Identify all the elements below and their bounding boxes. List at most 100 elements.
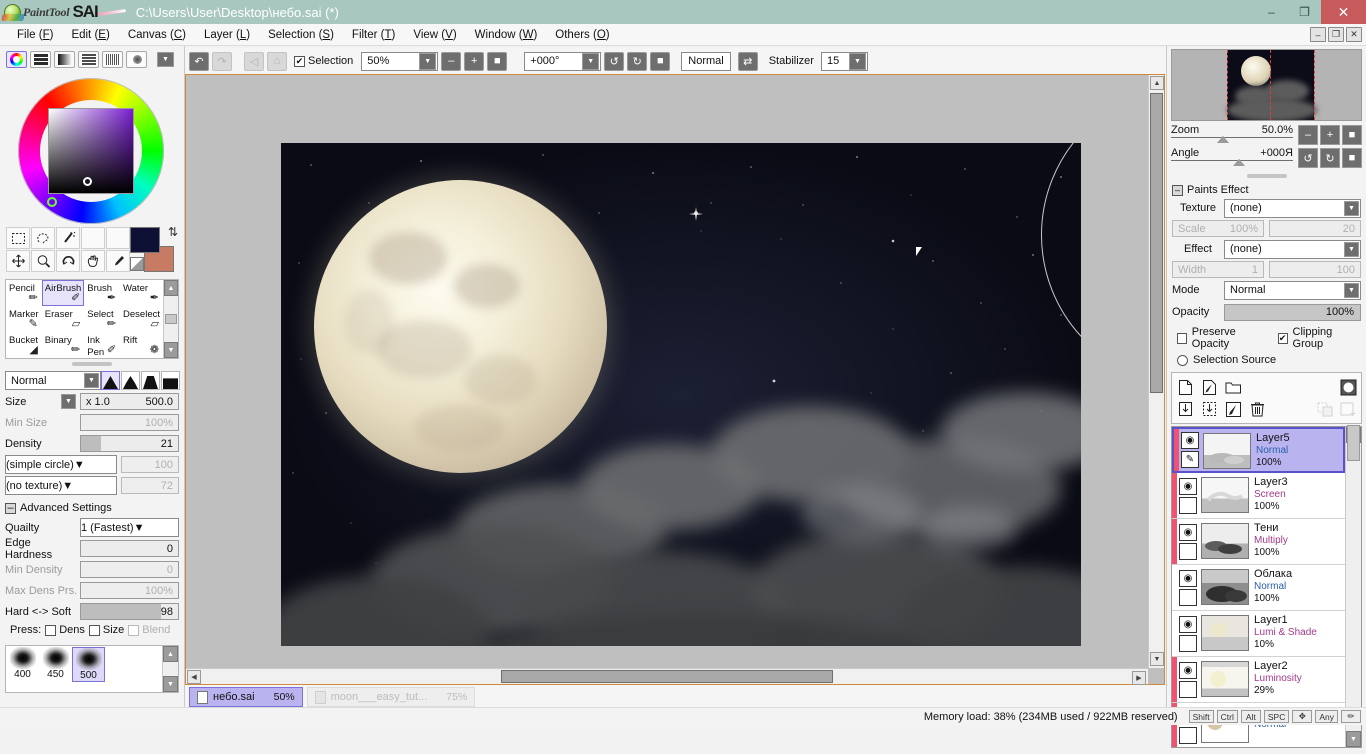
visibility-eye-icon[interactable]: ◉ — [1179, 661, 1197, 679]
scroll-right-icon[interactable]: ▶ — [1132, 671, 1146, 685]
chevron-down-icon[interactable]: ▼ — [84, 373, 99, 388]
press-dens-option[interactable]: Dens — [45, 624, 85, 636]
tool-airbrush[interactable]: AirBrush ✐ — [41, 280, 85, 306]
blend-mode-combo[interactable]: Normal ▼ — [5, 371, 101, 390]
zoom-slider-row[interactable]: Zoom 50.0% — [1167, 123, 1297, 143]
chevron-down-icon[interactable]: ▼ — [419, 52, 437, 70]
layer-row[interactable]: ◉ Layer2 Luminosity 29% — [1172, 657, 1345, 703]
chevron-down-icon[interactable]: ▼ — [134, 522, 145, 534]
chevron-down-icon[interactable]: ▼ — [1344, 241, 1359, 257]
tool-marker[interactable]: Marker ✎ — [6, 306, 42, 332]
size-preset-500[interactable]: 500 — [72, 647, 105, 682]
scroll-down-icon[interactable]: ▼ — [163, 676, 178, 692]
nav-zoom-in-button[interactable]: + — [1320, 125, 1340, 145]
zoom-out-button[interactable]: – — [441, 51, 462, 71]
redo-button[interactable]: ↷ — [212, 51, 232, 71]
size-preset-450[interactable]: 450 — [39, 647, 72, 682]
square-tip-icon[interactable] — [161, 371, 180, 390]
paints-effect-header[interactable]: – Paints Effect — [1167, 181, 1366, 198]
rotate-reset-button[interactable]: ■ — [650, 51, 671, 71]
reset-view-button[interactable]: ⌂ — [267, 51, 287, 71]
menu-edit[interactable]: Edit (E) — [62, 27, 118, 43]
layer-mask-icon[interactable] — [1339, 378, 1357, 397]
layer-select-pen-icon[interactable]: ✎ — [1181, 451, 1199, 468]
view-mode-field[interactable]: Normal — [681, 51, 731, 71]
canvas-vertical-scrollbar[interactable]: ▲ ▼ — [1148, 75, 1164, 668]
artboard[interactable] — [281, 143, 1081, 646]
mdi-restore-button[interactable]: ❐ — [1328, 27, 1344, 42]
scroll-down-icon[interactable]: ▼ — [164, 342, 178, 358]
move-icon[interactable] — [6, 250, 30, 272]
mdi-close-button[interactable]: ✕ — [1346, 27, 1362, 42]
tool-inkpen[interactable]: Ink Pen ✐ — [84, 332, 120, 358]
chevron-down-icon[interactable]: ▼ — [1344, 200, 1359, 216]
menu-selection[interactable]: Selection (S) — [259, 27, 343, 43]
angle-slider-knob[interactable] — [1233, 159, 1245, 166]
chevron-down-icon[interactable]: ▼ — [848, 52, 866, 70]
flip-horizontal-button[interactable]: ◁ — [244, 51, 264, 71]
density-slider[interactable]: 21 — [80, 435, 179, 452]
panel-splitter[interactable] — [72, 362, 112, 366]
zoom-slider-knob[interactable] — [1217, 136, 1229, 143]
tool-bucket[interactable]: Bucket ◢ — [6, 332, 42, 358]
close-button[interactable]: ✕ — [1321, 0, 1366, 24]
layers-scroll-thumb[interactable] — [1347, 424, 1360, 461]
zoom-in-button[interactable]: + — [464, 51, 485, 71]
swatch-grid-icon[interactable] — [102, 51, 123, 68]
advanced-settings-header[interactable]: – Advanced Settings — [0, 499, 184, 516]
layer-select-icon[interactable] — [1179, 680, 1197, 698]
nav-zoom-reset-button[interactable]: ■ — [1342, 125, 1362, 145]
scratchpad-icon[interactable] — [126, 51, 147, 68]
min-density-slider[interactable]: 0 — [80, 561, 179, 578]
visibility-eye-icon[interactable]: ◉ — [1179, 477, 1197, 495]
layer-row[interactable]: ◉ ✎ Layer5 Normal 100% — [1172, 427, 1345, 473]
nav-rotate-ccw-button[interactable]: ↺ — [1298, 148, 1318, 168]
layer-row[interactable]: ◉ Layer3 Screen 100% — [1172, 473, 1345, 519]
zoom-combo[interactable]: 50% ▼ — [361, 51, 439, 71]
nav-zoom-out-button[interactable]: – — [1298, 125, 1318, 145]
rotate-icon[interactable] — [56, 250, 80, 272]
merge-down-icon[interactable] — [1176, 400, 1194, 419]
color-wheel-icon[interactable] — [6, 51, 27, 68]
zoom-slider-track[interactable] — [1171, 136, 1293, 143]
size-preset-scrollbar[interactable]: ▲ ▼ — [162, 646, 178, 692]
scroll-up-icon[interactable]: ▲ — [1150, 76, 1164, 90]
brush-texture-amount[interactable]: 72 — [121, 477, 179, 494]
layer-row[interactable]: ◉ Тени Multiply 100% — [1172, 519, 1345, 565]
eyedropper-icon[interactable] — [106, 250, 130, 272]
edge-hardness-slider[interactable]: 0 — [80, 540, 179, 557]
texture-combo[interactable]: (none) ▼ — [1224, 198, 1361, 218]
scroll-left-icon[interactable]: ◀ — [187, 670, 201, 684]
selection-checkbox-group[interactable]: Selection — [294, 55, 353, 67]
zoom-icon[interactable] — [31, 250, 55, 272]
magic-wand-icon[interactable] — [56, 227, 80, 249]
visibility-eye-icon[interactable]: ◉ — [1181, 432, 1199, 449]
zoom-reset-button[interactable]: ■ — [487, 51, 508, 71]
layer-opacity-slider[interactable]: 100% — [1224, 303, 1361, 321]
rotate-cw-button[interactable]: ↻ — [627, 51, 648, 71]
new-folder-icon[interactable] — [1224, 378, 1242, 397]
nav-rotate-cw-button[interactable]: ↻ — [1320, 148, 1340, 168]
swap-colors-icon[interactable]: ⇅ — [168, 225, 178, 239]
minimize-button[interactable]: – — [1255, 0, 1288, 24]
size-preset-400[interactable]: 400 — [6, 647, 39, 682]
sv-cursor-icon[interactable] — [83, 177, 92, 186]
blank-tool-1[interactable] — [81, 227, 105, 249]
max-dens-prs-slider[interactable]: 100% — [80, 582, 179, 599]
selection-checkbox[interactable] — [294, 55, 305, 67]
chevron-down-icon[interactable]: ▼ — [582, 52, 600, 70]
mdi-minimize-button[interactable]: – — [1310, 27, 1326, 42]
visibility-eye-icon[interactable]: ◉ — [1179, 569, 1197, 587]
transparent-swatch-icon[interactable] — [130, 257, 144, 271]
angle-slider-track[interactable] — [1171, 159, 1293, 166]
medium-tip-icon[interactable] — [121, 371, 140, 390]
menu-window[interactable]: Window (W) — [466, 27, 547, 43]
size-field[interactable]: x 1.0 500.0 — [80, 393, 179, 410]
tool-deselect[interactable]: Deselect ▱ — [120, 306, 163, 332]
maximize-button[interactable]: ❐ — [1288, 0, 1321, 24]
menu-filter[interactable]: Filter (T) — [343, 27, 404, 43]
brush-shape-amount[interactable]: 100 — [121, 456, 179, 473]
lasso-select-icon[interactable] — [31, 227, 55, 249]
layer-select-icon[interactable] — [1179, 726, 1197, 744]
preserve-opacity-checkbox[interactable] — [1177, 332, 1187, 344]
